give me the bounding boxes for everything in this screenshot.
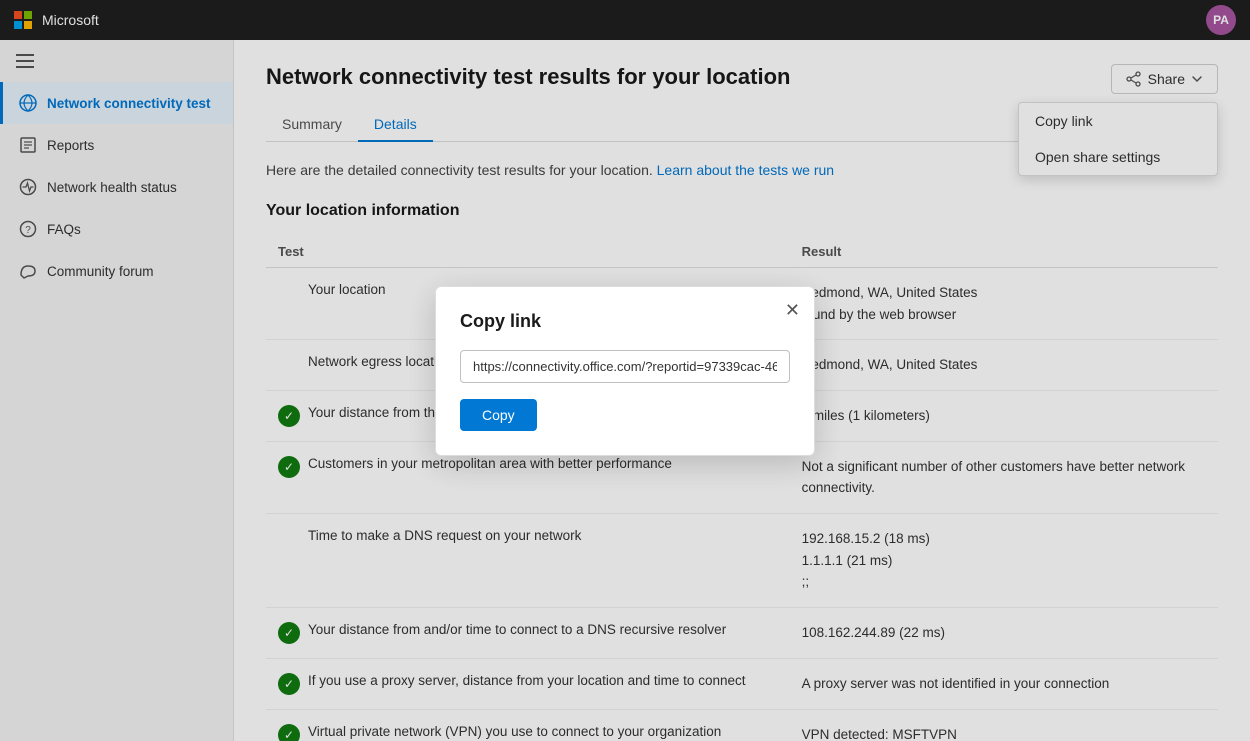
modal-title: Copy link xyxy=(460,311,790,332)
modal-url-input[interactable] xyxy=(460,350,790,383)
modal-overlay: Copy link ✕ Copy xyxy=(0,0,1250,741)
modal-copy-button[interactable]: Copy xyxy=(460,399,537,431)
copy-link-modal: Copy link ✕ Copy xyxy=(435,286,815,456)
modal-close-button[interactable]: ✕ xyxy=(785,301,800,319)
